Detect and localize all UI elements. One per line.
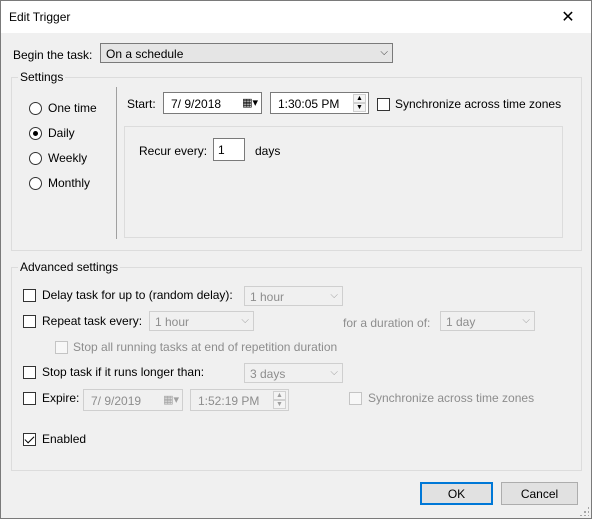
spin-up-icon[interactable]: ▲ [273,391,286,400]
start-label: Start: [127,97,156,111]
spin-down-icon[interactable]: ▼ [353,103,366,112]
chevron-down-icon: ⌵ [330,290,338,301]
resize-grip[interactable] [579,506,589,516]
expire-time-spinner[interactable]: ▲ ▼ [273,391,286,409]
radio-monthly-label[interactable]: Monthly [48,176,90,190]
start-date-picker[interactable]: 7/ 9/2018 ▦▾ [163,92,262,114]
radio-one-time-label[interactable]: One time [48,101,97,115]
edit-trigger-dialog: Edit Trigger ✕ Begin the task: On a sche… [0,0,592,519]
expire-sync-timezones-checkbox[interactable] [349,392,362,405]
duration-label: for a duration of: [343,316,431,330]
stop-task-longer-checkbox[interactable] [23,366,36,379]
begin-task-dropdown[interactable]: On a schedule ⌵ [100,43,393,63]
delay-dropdown[interactable]: 1 hour ⌵ [244,286,343,306]
recur-every-value: 1 [218,143,225,157]
expire-sync-timezones-label[interactable]: Synchronize across time zones [368,391,534,405]
chevron-down-icon: ⌵ [241,315,249,326]
begin-task-label: Begin the task: [13,48,93,62]
repeat-interval-value: 1 hour [155,315,190,329]
sync-timezones-checkbox[interactable] [377,98,390,111]
expire-time-value: 1:52:19 PM [198,394,260,408]
start-time-field[interactable]: 1:30:05 PM ▲ ▼ [270,92,369,114]
start-date-value: 7/ 9/2018 [171,97,222,111]
calendar-dropdown-icon[interactable]: ▦▾ [163,393,179,406]
chevron-down-icon: ⌵ [380,47,388,58]
expire-checkbox[interactable] [23,392,36,405]
delay-task-label[interactable]: Delay task for up to (random delay): [42,288,233,302]
delay-task-checkbox[interactable] [23,289,36,302]
stop-running-tasks-label[interactable]: Stop all running tasks at end of repetit… [73,340,337,354]
duration-value: 1 day [446,315,476,329]
repeat-task-label[interactable]: Repeat task every: [42,314,142,328]
repeat-interval-dropdown[interactable]: 1 hour ⌵ [149,311,254,331]
sync-timezones-label[interactable]: Synchronize across time zones [395,97,561,111]
start-time-spinner[interactable]: ▲ ▼ [353,94,366,112]
recur-panel [124,126,563,238]
spin-up-icon[interactable]: ▲ [353,94,366,103]
stop-task-longer-value: 3 days [250,367,286,381]
expire-date-value: 7/ 9/2019 [91,394,142,408]
stop-task-longer-label[interactable]: Stop task if it runs longer than: [42,365,204,379]
enabled-label[interactable]: Enabled [42,432,86,446]
cancel-button[interactable]: Cancel [501,482,578,505]
spin-down-icon[interactable]: ▼ [273,400,286,409]
settings-legend: Settings [18,70,66,84]
begin-task-value: On a schedule [106,47,184,61]
settings-separator [116,87,117,239]
enabled-checkbox[interactable] [23,433,36,446]
radio-weekly-label[interactable]: Weekly [48,151,87,165]
chevron-down-icon: ⌵ [330,367,338,378]
repeat-task-checkbox[interactable] [23,315,36,328]
close-button[interactable]: ✕ [545,1,591,33]
radio-one-time[interactable] [29,102,42,115]
delay-value: 1 hour [250,290,285,304]
close-icon: ✕ [561,9,575,26]
radio-daily-label[interactable]: Daily [48,126,75,140]
recur-every-label: Recur every: [139,144,208,158]
title-bar: Edit Trigger ✕ [1,1,591,33]
calendar-dropdown-icon[interactable]: ▦▾ [242,96,258,109]
window-title: Edit Trigger [9,10,71,24]
stop-task-longer-dropdown[interactable]: 3 days ⌵ [244,363,343,383]
expire-date-picker[interactable]: 7/ 9/2019 ▦▾ [83,389,183,411]
advanced-settings-legend: Advanced settings [18,260,121,274]
chevron-down-icon: ⌵ [522,315,530,326]
recur-unit-label: days [255,144,281,158]
start-time-value: 1:30:05 PM [278,97,340,111]
expire-time-field[interactable]: 1:52:19 PM ▲ ▼ [190,389,289,411]
recur-every-input[interactable]: 1 [213,138,245,161]
radio-monthly[interactable] [29,177,42,190]
radio-daily[interactable] [29,127,42,140]
stop-running-tasks-checkbox[interactable] [55,341,68,354]
radio-weekly[interactable] [29,152,42,165]
duration-dropdown[interactable]: 1 day ⌵ [440,311,535,331]
ok-button[interactable]: OK [420,482,493,505]
expire-label[interactable]: Expire: [42,391,79,405]
